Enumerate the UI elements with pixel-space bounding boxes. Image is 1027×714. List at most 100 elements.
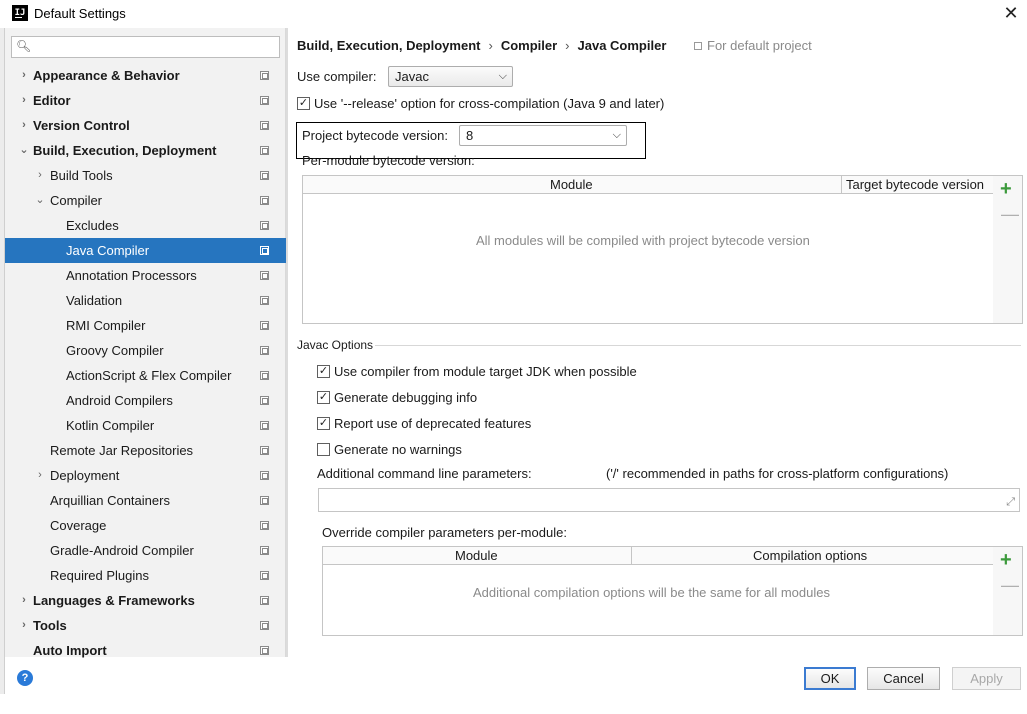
chevron-right-icon[interactable]: › (19, 113, 29, 138)
column-header-module[interactable]: Module (455, 547, 498, 564)
close-icon[interactable]: ✕ (1001, 3, 1021, 23)
sidebar-item[interactable]: ⌄ Compiler (5, 188, 286, 213)
chevron-down-icon: ⌵ (498, 70, 507, 82)
project-scope-icon (260, 271, 269, 280)
scope-note: For default project (694, 38, 812, 53)
window-title-bar: IJ Default Settings ✕ (0, 0, 1027, 28)
sidebar-item-label: Android Compilers (66, 393, 173, 408)
sidebar-item-label: RMI Compiler (66, 318, 146, 333)
bytecode-version-select[interactable]: 8 ⌵ (459, 125, 627, 146)
bytecode-version-label: Project bytecode version: (302, 128, 448, 143)
settings-search-input[interactable]: 🔍︎ (11, 36, 280, 58)
project-scope-icon (260, 346, 269, 355)
sidebar-item[interactable]: Groovy Compiler (5, 338, 286, 363)
column-header-module[interactable]: Module (550, 176, 593, 193)
minus-icon[interactable]: — (1001, 205, 1019, 223)
plus-icon[interactable]: + (1000, 179, 1012, 199)
settings-sidebar: 🔍︎ › Appearance & Behavior › Editor › Version… (5, 28, 286, 658)
project-scope-icon (260, 96, 269, 105)
minus-icon[interactable]: — (1001, 576, 1019, 594)
table-empty-text: All modules will be compiled with projec… (476, 233, 810, 248)
javac-option-checkbox[interactable]: ✓ (317, 391, 330, 404)
search-icon: 🔍︎ (16, 39, 32, 53)
sidebar-item[interactable]: ActionScript & Flex Compiler (5, 363, 286, 388)
sidebar-item[interactable]: Java Compiler (5, 238, 286, 263)
sidebar-item[interactable]: Arquillian Containers (5, 488, 286, 513)
sidebar-item[interactable]: › Version Control (5, 113, 286, 138)
column-header-target-version[interactable]: Target bytecode version (846, 176, 984, 193)
chevron-right-icon[interactable]: › (19, 63, 29, 88)
chevron-right-icon[interactable]: › (19, 88, 29, 113)
sidebar-item[interactable]: › Editor (5, 88, 286, 113)
javac-option-label: Use compiler from module target JDK when… (334, 364, 637, 379)
sidebar-item-label: Compiler (50, 193, 103, 208)
release-option-label: Use '--release' option for cross-compila… (314, 96, 665, 111)
column-divider[interactable] (841, 176, 842, 193)
project-scope-icon (260, 396, 269, 405)
javac-options-title: Javac Options (297, 338, 374, 352)
project-scope-icon (260, 521, 269, 530)
use-compiler-select[interactable]: Javac ⌵ (388, 66, 513, 87)
help-icon[interactable]: ? (17, 670, 33, 686)
chevron-right-icon[interactable]: › (35, 163, 45, 188)
project-scope-icon (260, 446, 269, 455)
project-scope-icon (260, 146, 269, 155)
use-compiler-value: Javac (395, 69, 429, 84)
sidebar-item[interactable]: RMI Compiler (5, 313, 286, 338)
module-bytecode-table[interactable]: Module Target bytecode version All modul… (302, 175, 994, 324)
sidebar-item[interactable]: Validation (5, 288, 286, 313)
sidebar-item[interactable]: › Appearance & Behavior (5, 63, 286, 88)
javac-option-label: Report use of deprecated features (334, 416, 532, 431)
override-params-label: Override compiler parameters per-module: (322, 525, 567, 540)
sidebar-item[interactable]: Excludes (5, 213, 286, 238)
javac-option-checkbox[interactable]: ✓ (317, 417, 330, 430)
sidebar-item[interactable]: › Tools (5, 613, 286, 638)
chevron-down-icon[interactable]: ⌄ (35, 188, 45, 213)
sidebar-item[interactable]: › Languages & Frameworks (5, 588, 286, 613)
column-header-compilation-options[interactable]: Compilation options (753, 547, 867, 564)
breadcrumb-item[interactable]: Compiler (501, 38, 557, 53)
project-scope-icon (260, 296, 269, 305)
project-scope-icon (260, 571, 269, 580)
sidebar-item[interactable]: Annotation Processors (5, 263, 286, 288)
project-scope-icon (260, 321, 269, 330)
expand-icon[interactable]: ⤢ (1006, 496, 1015, 509)
table-header: Module Target bytecode version (303, 176, 993, 194)
column-divider[interactable] (631, 547, 632, 564)
override-params-table[interactable]: Module Compilation options Additional co… (322, 546, 994, 636)
sidebar-item[interactable]: Gradle-Android Compiler (5, 538, 286, 563)
sidebar-item[interactable]: › Build Tools (5, 163, 286, 188)
ok-button[interactable]: OK (804, 667, 856, 690)
sidebar-item[interactable]: ⌄ Build, Execution, Deployment (5, 138, 286, 163)
project-scope-icon (260, 471, 269, 480)
sidebar-item[interactable]: Kotlin Compiler (5, 413, 286, 438)
chevron-right-icon[interactable]: › (35, 463, 45, 488)
chevron-right-icon[interactable]: › (19, 613, 29, 638)
javac-option-checkbox[interactable] (317, 443, 330, 456)
sidebar-item-label: Tools (33, 618, 67, 633)
javac-option-checkbox[interactable]: ✓ (317, 365, 330, 378)
sidebar-item[interactable]: Coverage (5, 513, 286, 538)
sidebar-item-label: Remote Jar Repositories (50, 443, 194, 458)
plus-icon[interactable]: + (1000, 550, 1012, 570)
sidebar-splitter[interactable] (286, 28, 288, 657)
sidebar-item-label: Deployment (50, 468, 120, 483)
chevron-down-icon[interactable]: ⌄ (19, 138, 29, 163)
additional-params-input[interactable]: ⤢ (318, 488, 1020, 512)
project-scope-icon (260, 371, 269, 380)
apply-button[interactable]: Apply (952, 667, 1021, 690)
additional-params-hint: ('/' recommended in paths for cross-plat… (606, 466, 949, 481)
sidebar-item-label: Appearance & Behavior (33, 68, 180, 83)
section-divider (375, 345, 1021, 346)
sidebar-item[interactable]: › Deployment (5, 463, 286, 488)
chevron-right-icon[interactable]: › (19, 588, 29, 613)
sidebar-item[interactable]: Android Compilers (5, 388, 286, 413)
intellij-app-icon: IJ (12, 5, 28, 21)
sidebar-item[interactable]: Auto Import (5, 638, 286, 663)
cancel-button[interactable]: Cancel (867, 667, 940, 690)
additional-params-label: Additional command line parameters: (317, 466, 532, 481)
breadcrumb-item[interactable]: Build, Execution, Deployment (297, 38, 480, 53)
sidebar-item[interactable]: Remote Jar Repositories (5, 438, 286, 463)
release-option-checkbox[interactable]: ✓ (297, 97, 310, 110)
sidebar-item[interactable]: Required Plugins (5, 563, 286, 588)
